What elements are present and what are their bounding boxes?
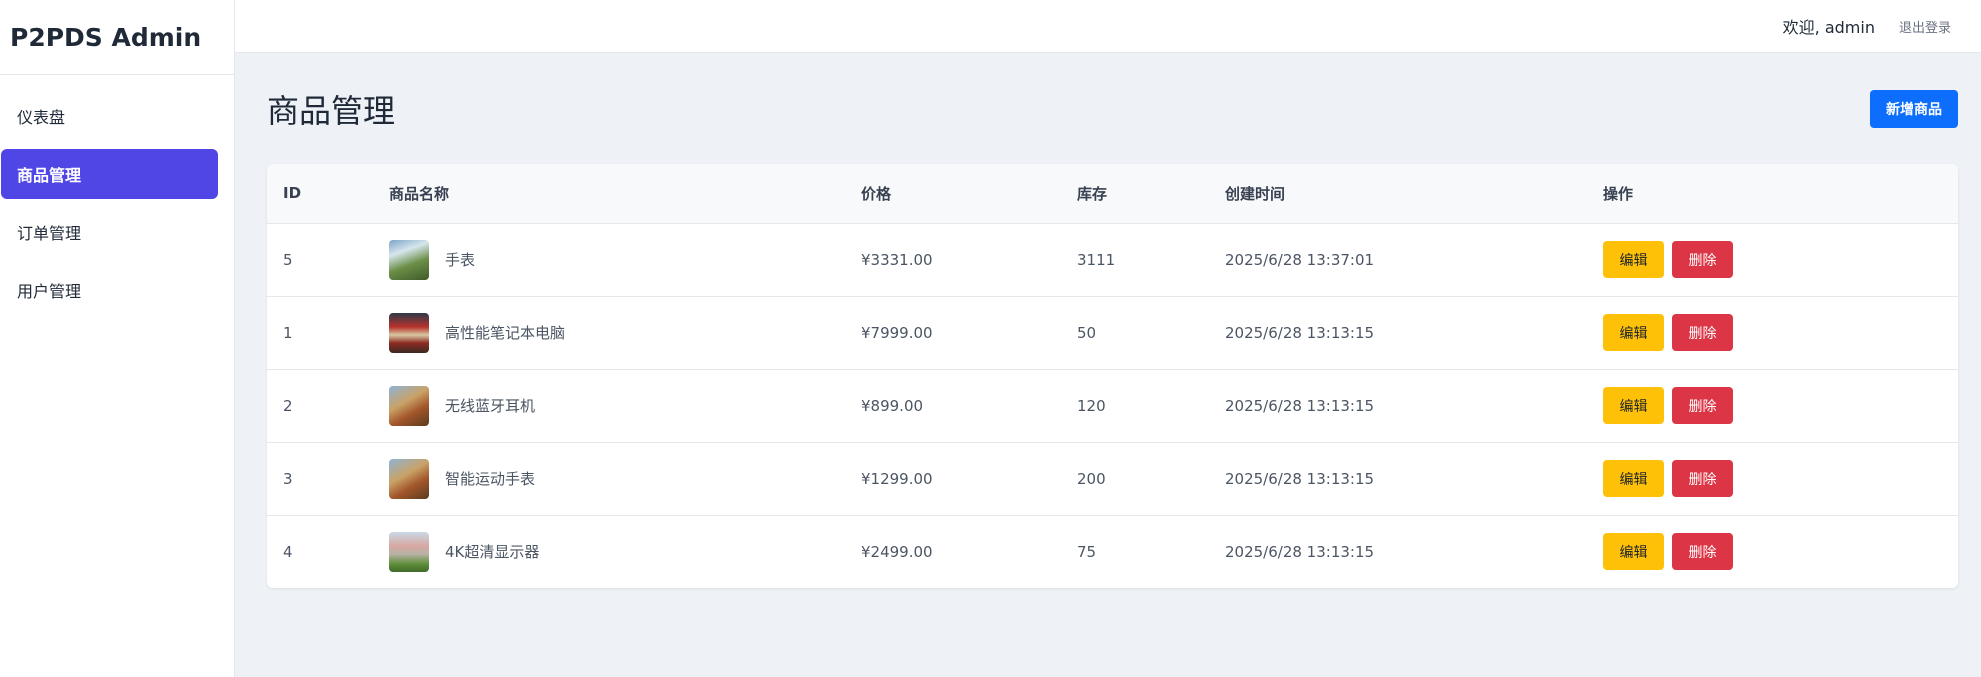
page-header: 商品管理 新增商品 bbox=[267, 87, 1958, 131]
cell-created: 2025/6/28 13:13:15 bbox=[1209, 442, 1587, 516]
cell-stock: 200 bbox=[1061, 442, 1209, 516]
table-row: 2 无线蓝牙耳机 ¥899.00 120 2025/6/28 13:13:15 bbox=[267, 369, 1958, 443]
cell-name: 高性能笔记本电脑 bbox=[373, 296, 845, 370]
brand-logo[interactable]: P2PDS Admin bbox=[0, 0, 234, 75]
cell-id: 4 bbox=[283, 542, 293, 561]
cell-name: 4K超清显示器 bbox=[373, 515, 845, 588]
edit-button[interactable]: 编辑 bbox=[1603, 241, 1664, 278]
add-product-button[interactable]: 新增商品 bbox=[1870, 90, 1958, 128]
table-row: 1 高性能笔记本电脑 ¥7999.00 50 2025/6/28 13:13:1… bbox=[267, 296, 1958, 370]
delete-button[interactable]: 删除 bbox=[1672, 314, 1733, 351]
logout-link[interactable]: 退出登录 bbox=[1899, 17, 1951, 36]
sidebar-item-dashboard[interactable]: 仪表盘 bbox=[1, 91, 218, 141]
column-header-actions: 操作 bbox=[1587, 164, 1958, 224]
edit-button[interactable]: 编辑 bbox=[1603, 387, 1664, 424]
product-name: 手表 bbox=[445, 251, 476, 269]
cell-created: 2025/6/28 13:37:01 bbox=[1209, 223, 1587, 297]
sidebar-item-orders[interactable]: 订单管理 bbox=[1, 207, 218, 257]
product-thumbnail bbox=[389, 458, 429, 499]
product-name: 4K超清显示器 bbox=[445, 543, 540, 562]
column-header-name: 商品名称 bbox=[373, 164, 845, 224]
edit-button[interactable]: 编辑 bbox=[1603, 314, 1664, 351]
cell-name: 无线蓝牙耳机 bbox=[373, 369, 845, 443]
content: 商品管理 新增商品 ID 商品名称 价格 库存 创建时间 操作 5 手表 ¥33… bbox=[235, 53, 1981, 588]
table-row: 5 手表 ¥3331.00 3111 2025/6/28 13:37:01 编辑… bbox=[267, 223, 1958, 297]
column-header-id: ID bbox=[267, 164, 373, 224]
product-thumbnail bbox=[389, 531, 429, 572]
edit-button[interactable]: 编辑 bbox=[1603, 533, 1664, 571]
topbar: 欢迎, admin 退出登录 bbox=[235, 0, 1981, 53]
cell-actions: 编辑 删除 bbox=[1587, 369, 1958, 443]
cell-stock: 120 bbox=[1061, 369, 1209, 443]
products-table-card: ID 商品名称 价格 库存 创建时间 操作 5 手表 ¥3331.00 3111… bbox=[267, 164, 1958, 588]
column-header-price: 价格 bbox=[845, 164, 1061, 224]
cell-actions: 编辑 删除 bbox=[1587, 515, 1958, 588]
product-thumbnail bbox=[389, 312, 429, 353]
cell-id: 2 bbox=[267, 369, 373, 443]
sidebar-nav: 仪表盘 商品管理 订单管理 用户管理 bbox=[0, 75, 234, 315]
product-name: 高性能笔记本电脑 bbox=[445, 324, 566, 342]
cell-id: 5 bbox=[267, 223, 373, 297]
page-title: 商品管理 bbox=[267, 92, 396, 130]
column-header-created: 创建时间 bbox=[1209, 164, 1587, 224]
cell-name: 智能运动手表 bbox=[373, 442, 845, 516]
main-area: 欢迎, admin 退出登录 商品管理 新增商品 ID 商品名称 价格 库存 创… bbox=[235, 0, 1981, 677]
delete-button[interactable]: 删除 bbox=[1672, 241, 1733, 278]
delete-button[interactable]: 删除 bbox=[1672, 460, 1733, 497]
cell-created: 2025/6/28 13:13:15 bbox=[1209, 369, 1587, 443]
delete-button[interactable]: 删除 bbox=[1672, 387, 1733, 424]
cell-actions: 编辑 删除 bbox=[1587, 223, 1958, 297]
table-row: 3 智能运动手表 ¥1299.00 200 2025/6/28 13:13:15 bbox=[267, 442, 1958, 516]
product-name: 智能运动手表 bbox=[445, 470, 536, 488]
cell-price: ¥3331.00 bbox=[845, 223, 1061, 297]
product-thumbnail bbox=[389, 385, 429, 426]
edit-button[interactable]: 编辑 bbox=[1603, 460, 1664, 497]
products-table: ID 商品名称 价格 库存 创建时间 操作 5 手表 ¥3331.00 3111… bbox=[267, 164, 1958, 588]
table-header-row: ID 商品名称 价格 库存 创建时间 操作 bbox=[267, 164, 1958, 224]
cell-stock: 50 bbox=[1061, 296, 1209, 370]
cell-price: ¥2499.00 bbox=[861, 542, 933, 561]
cell-created: 2025/6/28 13:13:15 bbox=[1225, 542, 1375, 561]
app: P2PDS Admin 仪表盘 商品管理 订单管理 用户管理 欢迎, admin… bbox=[0, 0, 1981, 677]
product-thumbnail bbox=[389, 239, 429, 280]
cell-name: 手表 bbox=[373, 223, 845, 297]
welcome-text: 欢迎, admin bbox=[1782, 18, 1875, 37]
delete-button[interactable]: 删除 bbox=[1672, 533, 1733, 571]
cell-created: 2025/6/28 13:13:15 bbox=[1209, 296, 1587, 370]
cell-stock: 3111 bbox=[1061, 223, 1209, 297]
cell-price: ¥1299.00 bbox=[845, 442, 1061, 516]
sidebar-item-products[interactable]: 商品管理 bbox=[1, 149, 218, 199]
table-row: 4 4K超清显示器 ¥2499.00 75 2025/6/28 13:13:15 bbox=[267, 515, 1958, 588]
cell-price: ¥899.00 bbox=[845, 369, 1061, 443]
cell-actions: 编辑 删除 bbox=[1587, 296, 1958, 370]
sidebar: P2PDS Admin 仪表盘 商品管理 订单管理 用户管理 bbox=[0, 0, 235, 677]
cell-id: 3 bbox=[267, 442, 373, 516]
cell-id: 1 bbox=[267, 296, 373, 370]
cell-price: ¥7999.00 bbox=[845, 296, 1061, 370]
product-name: 无线蓝牙耳机 bbox=[445, 397, 536, 415]
cell-actions: 编辑 删除 bbox=[1587, 442, 1958, 516]
column-header-stock: 库存 bbox=[1061, 164, 1209, 224]
cell-stock: 75 bbox=[1077, 542, 1097, 561]
sidebar-item-users[interactable]: 用户管理 bbox=[1, 265, 218, 315]
